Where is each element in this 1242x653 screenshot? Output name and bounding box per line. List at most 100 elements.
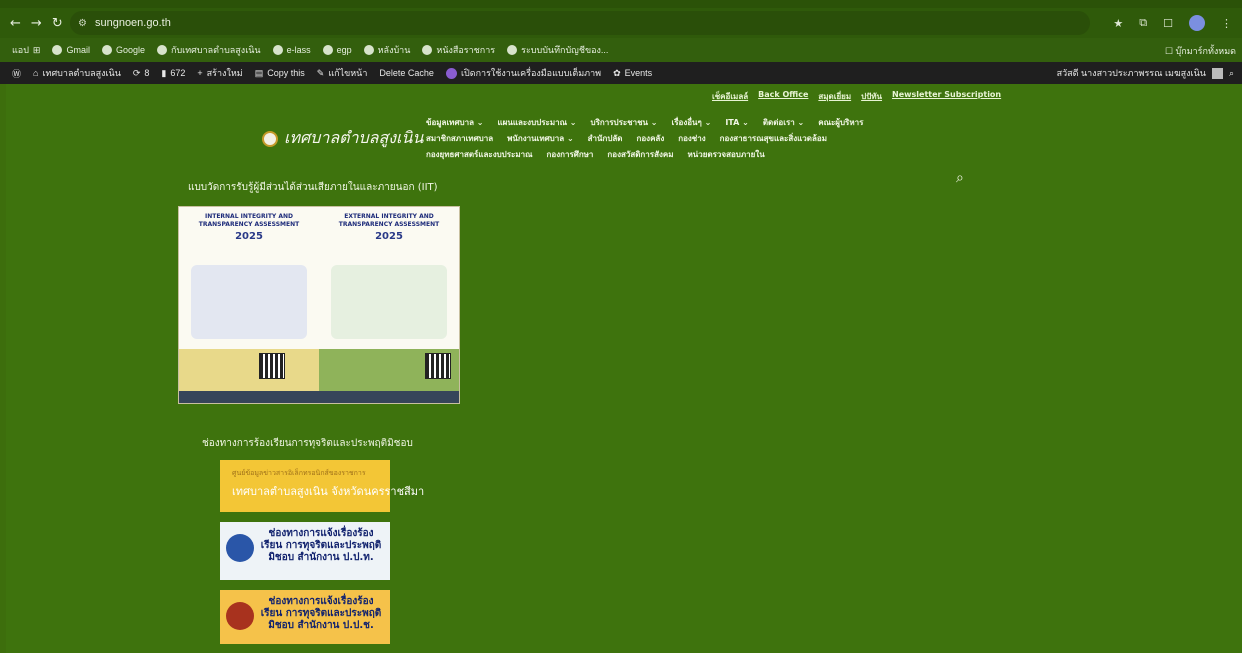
nacc-complaint-link[interactable]: ช่องทางการแจ้งเรื่องร้องเรียน การทุจริตแ… <box>220 590 390 644</box>
menu-row-3: กองยุทธศาสตร์และงบประมาณ กองการศึกษา กอง… <box>426 146 986 162</box>
wp-accessibility[interactable]: เปิดการใช้งานเครื่องมือแบบเต็มภาพ <box>445 66 601 80</box>
wordpress-icon <box>363 45 374 55</box>
menu-item[interactable]: กองยุทธศาสตร์และงบประมาณ <box>426 148 533 161</box>
bookmark-elass[interactable]: e-lass <box>272 45 311 55</box>
wp-delete-cache[interactable]: Delete Cache <box>379 68 434 78</box>
wp-admin-bar: Ⓦ ⌂ เทศบาลตำบลสูงเนิน ⟳ 8 ▮ 672 + สร้างใหม่ … <box>0 62 1242 84</box>
top-links: เช็คอีเมลล์ Back Office สมุดเยี่ยม ปปัทั… <box>712 90 1001 103</box>
user-avatar <box>1211 67 1223 79</box>
events-icon: ✿ <box>613 67 621 78</box>
document-icon <box>422 45 433 55</box>
pencil-icon: ✎ <box>316 67 325 78</box>
menu-item[interactable]: กองช่าง <box>678 132 705 145</box>
egp-icon <box>322 45 333 55</box>
bookmark-backend[interactable]: หลังบ้าน <box>363 43 410 57</box>
address-bar: ← → ↻ ⚙ sungnoen.go.th ★ ⧉ ☐ ⋮ <box>0 8 1242 38</box>
menu-item[interactable]: พนักงานเทศบาล ⌄ <box>507 132 574 145</box>
menu-item[interactable]: คณะผู้บริหาร <box>818 116 863 129</box>
accessibility-icon <box>445 67 457 79</box>
menu-item[interactable]: หน่วยตรวจสอบภายใน <box>687 148 764 161</box>
menu-row-1: ข้อมูลเทศบาล ⌄ แผนและงบประมาณ ⌄ บริการปร… <box>426 114 986 130</box>
menu-item[interactable]: กองคลัง <box>637 132 665 145</box>
office-illustration <box>191 265 307 339</box>
wp-edit-page[interactable]: ✎ แก้ไขหน้า <box>317 66 368 80</box>
nacc-seal-icon <box>226 602 254 630</box>
site-info-icon[interactable]: ⚙ <box>78 18 87 29</box>
page-content: เช็คอีเมลล์ Back Office สมุดเยี่ยม ปปัทั… <box>6 84 1242 653</box>
external-assessment-panel: EXTERNAL INTEGRITY AND TRANSPARENCY ASSE… <box>319 207 459 403</box>
wp-logo-icon[interactable]: Ⓦ <box>12 67 21 80</box>
browser-actions: ★ ⧉ ☐ ⋮ <box>1113 15 1232 31</box>
iit-section-title: แบบวัดการรับรู้ผู้มีส่วนได้ส่วนเสียภายใน… <box>188 182 438 193</box>
search-icon[interactable]: ⌕ <box>1229 68 1234 79</box>
reload-icon[interactable]: ↻ <box>52 16 63 31</box>
internal-title: INTERNAL INTEGRITY AND TRANSPARENCY ASSE… <box>198 213 300 228</box>
menu-item[interactable]: เรื่องอื่นๆ ⌄ <box>672 116 712 129</box>
qr-code-icon <box>425 353 451 379</box>
browser-window: ← → ↻ ⚙ sungnoen.go.th ★ ⧉ ☐ ⋮ แอป ⊞ Gma… <box>0 0 1242 653</box>
menu-item[interactable]: กองสวัสดิการสังคม <box>607 148 673 161</box>
site-icon <box>272 45 283 55</box>
menu-icon[interactable]: ⋮ <box>1221 17 1232 30</box>
link-check-email[interactable]: เช็คอีเมลล์ <box>712 90 748 103</box>
qr-code-icon <box>259 353 285 379</box>
wp-copy[interactable]: ▤ Copy this <box>255 68 305 79</box>
menu-item[interactable]: กองสาธารณสุขและสิ่งแวดล้อม <box>720 132 827 145</box>
pacc-complaint-link[interactable]: ช่องทางการแจ้งเรื่องร้องเรียน การทุจริตแ… <box>220 522 390 580</box>
bookmark-documents[interactable]: หนังสือราชการ <box>422 43 495 57</box>
profile-avatar[interactable] <box>1189 15 1205 31</box>
bookmark-accounting[interactable]: ระบบบันทึกบัญชีของ... <box>507 43 608 57</box>
internal-assessment-panel: INTERNAL INTEGRITY AND TRANSPARENCY ASSE… <box>179 207 319 403</box>
bookmark-gmail[interactable]: Gmail <box>52 45 90 55</box>
bookmark-egp[interactable]: egp <box>322 45 352 55</box>
footer-strip <box>319 391 459 403</box>
forward-icon[interactable]: → <box>31 16 42 31</box>
wp-comments[interactable]: ▮ 672 <box>161 68 185 79</box>
bookmark-municipality[interactable]: กับเทศบาลตำบลสูงเนิน <box>157 43 261 57</box>
all-bookmarks[interactable]: ☐ บุ๊กมาร์กทั้งหมด <box>1165 44 1236 58</box>
search-icon[interactable]: ⌕ <box>956 170 964 186</box>
info-center-link[interactable]: ศูนย์ข้อมูลข่าวสารอิเล็กทรอนิกส์ของราชกา… <box>220 460 424 512</box>
extensions-icon[interactable]: ⧉ <box>1139 16 1147 30</box>
gmail-icon <box>52 45 63 55</box>
external-year: 2025 <box>375 231 403 242</box>
copy-icon: ▤ <box>254 67 264 78</box>
menu-item[interactable]: ข้อมูลเทศบาล ⌄ <box>426 116 484 129</box>
bookmark-apps[interactable]: แอป ⊞ <box>12 43 40 57</box>
updates-icon: ⟳ <box>132 67 141 78</box>
home-icon: ⌂ <box>33 68 39 78</box>
iit-banner[interactable]: INTERNAL INTEGRITY AND TRANSPARENCY ASSE… <box>178 206 460 404</box>
main-menu: ข้อมูลเทศบาล ⌄ แผนและงบประมาณ ⌄ บริการปร… <box>426 114 986 162</box>
wordpress-icon <box>157 45 168 55</box>
wp-account[interactable]: สวัสดี นางสาวประภาพรรณ เมฆสูงเนิน ⌕ <box>1057 66 1234 80</box>
link-guestbook[interactable]: สมุดเยี่ยม <box>818 90 851 103</box>
menu-item[interactable]: บริการประชาชน ⌄ <box>591 116 658 129</box>
wp-new[interactable]: + สร้างใหม่ <box>197 66 242 80</box>
bookmark-google[interactable]: Google <box>101 45 145 55</box>
comment-icon: ▮ <box>161 67 167 78</box>
wp-site-name[interactable]: ⌂ เทศบาลตำบลสูงเนิน <box>33 66 121 80</box>
bookmark-star-icon[interactable]: ★ <box>1113 17 1123 30</box>
wp-events[interactable]: ✿ Events <box>613 68 652 79</box>
back-icon[interactable]: ← <box>10 16 21 31</box>
link-back-office[interactable]: Back Office <box>758 90 808 103</box>
menu-item[interactable]: สำนักปลัด <box>588 132 623 145</box>
wp-updates[interactable]: ⟳ 8 <box>133 68 150 79</box>
menu-item[interactable]: ITA ⌄ <box>725 118 749 127</box>
menu-item[interactable]: ติดต่อเรา ⌄ <box>763 116 804 129</box>
plus-icon: + <box>197 68 203 78</box>
link-calendar[interactable]: ปปัทัน <box>861 90 882 103</box>
site-name: เทศบาลตำบลสูงเนิน <box>284 128 424 147</box>
complaint-section-title: ช่องทางการร้องเรียนการทุจริตและประพฤติมิ… <box>202 438 413 449</box>
footer-strip <box>179 391 319 403</box>
url-input[interactable]: ⚙ sungnoen.go.th <box>70 11 1090 35</box>
site-logo[interactable]: เทศบาลตำบลสูงเนิน <box>262 126 423 151</box>
url-text: sungnoen.go.th <box>94 17 171 29</box>
menu-item[interactable]: กองการศึกษา <box>547 148 594 161</box>
menu-item[interactable]: สมาชิกสภาเทศบาล <box>426 132 493 145</box>
link-newsletter[interactable]: Newsletter Subscription <box>892 90 1001 103</box>
menu-item[interactable]: แผนและงบประมาณ ⌄ <box>498 116 577 129</box>
internal-year: 2025 <box>235 231 263 242</box>
reader-icon[interactable]: ☐ <box>1163 17 1173 30</box>
tab-strip <box>0 0 1242 8</box>
